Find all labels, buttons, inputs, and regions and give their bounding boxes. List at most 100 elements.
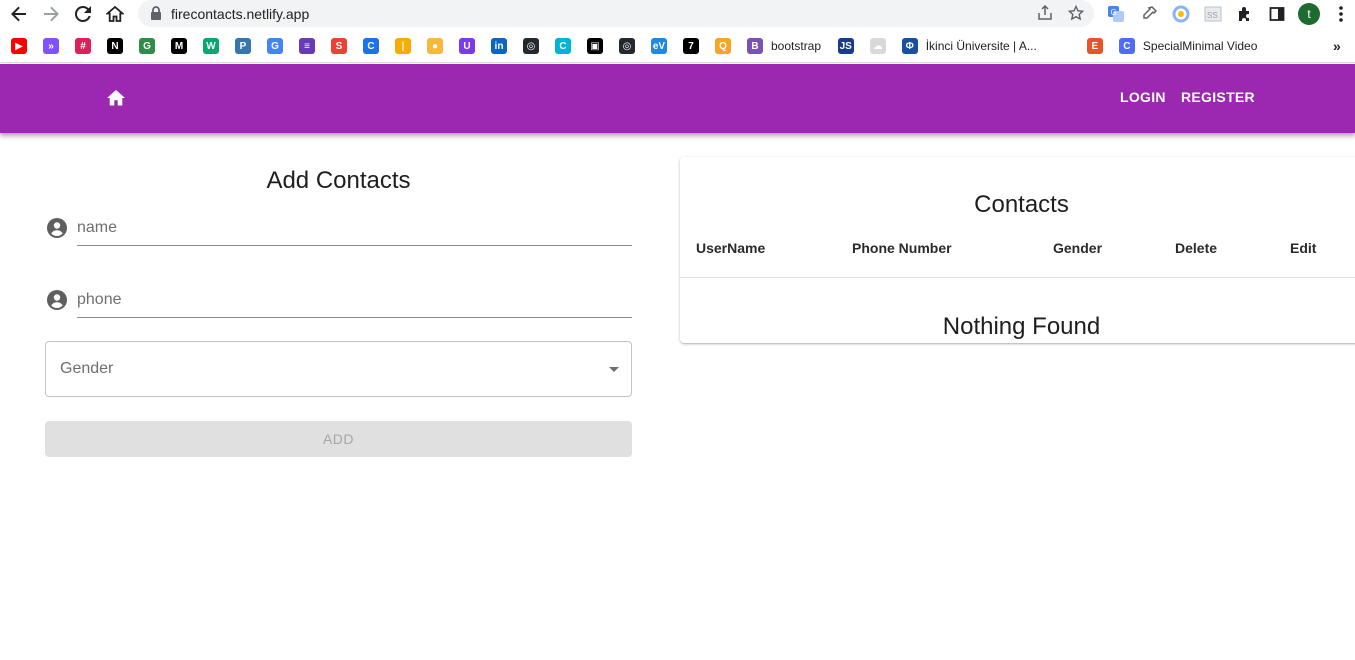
bookmark-cloud[interactable]: ☁	[869, 38, 886, 54]
name-input[interactable]	[77, 212, 632, 246]
bookmark-label: SpecialMinimal Video	[1142, 39, 1258, 53]
reload-icon[interactable]	[72, 3, 94, 25]
name-field	[45, 206, 632, 246]
bookmark-seven[interactable]: 7	[683, 38, 699, 54]
bookmark-ikinci[interactable]: Φ İkinci Üniversite | A...	[901, 38, 1037, 54]
github-2-icon: ◎	[619, 38, 635, 54]
bootstrap-icon: B	[747, 38, 763, 54]
person-icon	[47, 218, 67, 238]
q-icon: Q	[715, 38, 731, 54]
address-bar[interactable]: firecontacts.netlify.app	[138, 0, 1094, 27]
notion-icon: N	[107, 38, 123, 54]
eyedropper-extension-icon[interactable]	[1139, 4, 1159, 24]
cloud-icon: ☁	[869, 38, 886, 54]
puzzle-icon[interactable]	[1235, 4, 1255, 24]
c-blue-icon: C	[363, 38, 379, 54]
e-orange-icon: E	[1086, 38, 1103, 54]
bookmark-e-orange[interactable]: E	[1086, 38, 1103, 54]
column-header-delete: Delete	[1175, 240, 1218, 256]
bookmark-linkedin[interactable]: in	[491, 38, 507, 54]
kotlin-icon: »	[43, 38, 59, 54]
add-contacts-title: Add Contacts	[266, 167, 411, 194]
column-header-gender: Gender	[1053, 240, 1103, 256]
app-bar: LOGIN REGISTER	[0, 64, 1355, 133]
window-icon: ▣	[587, 38, 603, 54]
profile-avatar[interactable]: t	[1298, 3, 1320, 25]
bookmark-c-blue[interactable]: C	[363, 38, 379, 54]
bookmark-google[interactable]: G	[267, 38, 283, 54]
bookmark-c-cyan[interactable]: C	[555, 38, 571, 54]
phone-input[interactable]	[77, 284, 632, 318]
bookmark-dot[interactable]: ●	[427, 38, 443, 54]
list-icon: ≡	[299, 38, 315, 54]
bookmark-js[interactable]: JS	[837, 38, 854, 54]
bookmark-u-purple[interactable]: U	[459, 38, 475, 54]
translate-extension-icon[interactable]: G	[1106, 4, 1126, 24]
gender-select-label: Gender	[60, 360, 114, 377]
linkedin-icon: in	[491, 38, 507, 54]
phone-field	[45, 278, 632, 318]
contacts-card: Contacts UserName Phone Number Gender De…	[680, 157, 1355, 343]
dropdown-arrow-icon	[609, 367, 619, 372]
column-header-edit: Edit	[1290, 240, 1317, 256]
kebab-menu-icon[interactable]	[1331, 4, 1351, 24]
bookmark-python[interactable]: P	[235, 38, 251, 54]
gender-select[interactable]: Gender	[45, 341, 632, 397]
bookmark-medium[interactable]: M	[171, 38, 187, 54]
bookmark-window[interactable]: ▣	[587, 38, 603, 54]
person-icon	[47, 290, 67, 310]
slack-icon: #	[75, 38, 91, 54]
dot-icon: ●	[427, 38, 443, 54]
youtube-icon: ▶	[11, 38, 27, 54]
login-link[interactable]: LOGIN	[1120, 89, 1166, 105]
seven-icon: 7	[683, 38, 699, 54]
nothing-found-text: Nothing Found	[942, 313, 1101, 340]
svg-text:SS: SS	[1207, 11, 1218, 20]
bookmark-bootstrap[interactable]: Bbootstrap	[747, 38, 821, 54]
side-panel-icon[interactable]	[1267, 4, 1287, 24]
color-wheel-extension-icon[interactable]	[1171, 4, 1191, 24]
bookmark-geeksforgeeks[interactable]: G	[139, 38, 155, 54]
bookmark-w3schools[interactable]: W	[203, 38, 219, 54]
ss-extension-icon[interactable]: SS	[1203, 4, 1223, 24]
contacts-title: Contacts	[974, 191, 1069, 218]
bookmark-label: İkinci Üniversite | A...	[925, 39, 1037, 53]
bookmark-ev[interactable]: eV	[651, 38, 667, 54]
ikinci-icon: Φ	[901, 38, 918, 54]
swirl-icon: S	[331, 38, 347, 54]
add-button[interactable]: ADD	[45, 421, 632, 457]
github-1-icon: ◎	[523, 38, 539, 54]
bookmark-list[interactable]: ≡	[299, 38, 315, 54]
w3schools-icon: W	[203, 38, 219, 54]
share-icon[interactable]	[1036, 4, 1054, 22]
column-header-username: UserName	[696, 240, 766, 256]
table-header-divider	[680, 277, 1355, 278]
bookmark-slack[interactable]: #	[75, 38, 91, 54]
js-icon: JS	[837, 38, 854, 54]
python-icon: P	[235, 38, 251, 54]
home-icon[interactable]	[106, 88, 126, 108]
bookmark-youtube[interactable]: ▶	[11, 38, 27, 54]
forward-icon[interactable]	[40, 3, 62, 25]
more-bookmarks-icon[interactable]: »	[1333, 38, 1341, 54]
register-link[interactable]: REGISTER	[1181, 89, 1255, 105]
bookmark-swirl[interactable]: S	[331, 38, 347, 54]
svg-text:G: G	[1111, 8, 1117, 17]
bookmark-specialminimal[interactable]: C SpecialMinimal Video	[1118, 38, 1258, 54]
geeksforgeeks-icon: G	[139, 38, 155, 54]
medium-icon: M	[171, 38, 187, 54]
bookmark-github-2[interactable]: ◎	[619, 38, 635, 54]
star-icon[interactable]	[1067, 4, 1085, 22]
browser-toolbar: firecontacts.netlify.app G SS t	[0, 0, 1355, 28]
u-purple-icon: U	[459, 38, 475, 54]
back-icon[interactable]	[8, 3, 30, 25]
bookmark-notion[interactable]: N	[107, 38, 123, 54]
home-browser-icon[interactable]	[104, 3, 126, 25]
ev-icon: eV	[651, 38, 667, 54]
specialminimal-icon: C	[1118, 38, 1135, 54]
bookmark-q[interactable]: Q	[715, 38, 731, 54]
bookmark-kotlin[interactable]: »	[43, 38, 59, 54]
bookmark-bars[interactable]: |	[395, 38, 411, 54]
bookmark-github-1[interactable]: ◎	[523, 38, 539, 54]
lock-icon[interactable]	[147, 4, 165, 22]
